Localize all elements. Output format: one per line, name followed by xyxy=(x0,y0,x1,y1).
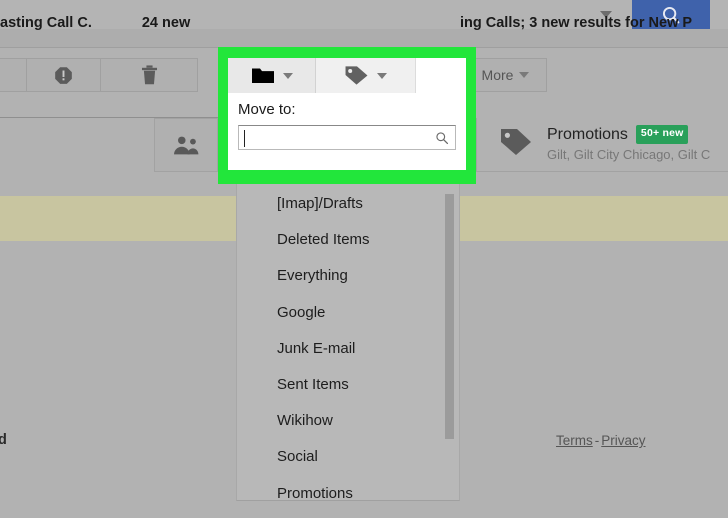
highlight-annotation: Move to: xyxy=(218,47,476,184)
chevron-down-icon xyxy=(519,72,530,78)
people-icon xyxy=(174,136,199,155)
move-to-button[interactable] xyxy=(228,58,316,93)
move-label-button-bar xyxy=(228,58,466,93)
trash-icon xyxy=(141,64,157,84)
toolbar-filler xyxy=(416,58,466,93)
terms-link[interactable]: Terms xyxy=(556,433,593,448)
page-root: More Promotions 50+ new Gilt, Gilt City … xyxy=(0,0,728,518)
promotions-title: Promotions xyxy=(547,125,628,143)
promotions-tab[interactable]: Promotions 50+ new Gilt, Gilt City Chica… xyxy=(476,118,728,172)
footer-separator: - xyxy=(594,433,600,448)
folder-icon xyxy=(251,68,274,83)
move-to-title: Move to: xyxy=(238,101,296,118)
chevron-down-icon xyxy=(282,72,293,79)
more-label: More xyxy=(481,67,514,83)
list-item[interactable]: Social xyxy=(237,439,459,475)
clipped-body-text: d xyxy=(0,432,7,448)
list-item[interactable]: Sent Items xyxy=(237,367,459,403)
move-to-folder-list[interactable]: [Imap]/Drafts Deleted Items Everything Goog… xyxy=(236,184,460,501)
contacts-tab-button[interactable] xyxy=(154,118,218,172)
promotions-subtitle: Gilt, Gilt City Chicago, Gilt C xyxy=(547,146,711,162)
labels-button[interactable] xyxy=(316,58,416,93)
banner-left-count: 24 new xyxy=(141,14,191,31)
label-tag-icon xyxy=(345,66,368,85)
move-to-panel: Move to: xyxy=(228,93,466,170)
list-item[interactable]: Junk E-mail xyxy=(237,331,459,367)
banner-left-text: asting Call C. xyxy=(0,14,92,31)
banner-right-text: ing Calls; 3 new results for New P xyxy=(460,14,693,31)
status-badge: 50+ new xyxy=(635,125,689,144)
list-item[interactable]: Promotions xyxy=(237,476,459,501)
dropdown-scrollbar-track[interactable] xyxy=(445,184,457,500)
list-item[interactable]: Google xyxy=(237,295,459,331)
list-item[interactable]: Wikihow xyxy=(237,403,459,439)
banner-left-group: asting Call C. 24 new xyxy=(0,0,236,45)
promotions-title-line: Promotions 50+ new xyxy=(547,125,710,145)
dropdown-item-container: [Imap]/Drafts Deleted Items Everything Goog… xyxy=(237,186,459,501)
toolbar-left-segment[interactable] xyxy=(0,58,27,92)
move-to-search-field[interactable] xyxy=(238,125,456,150)
more-button[interactable]: More xyxy=(464,58,547,92)
banner-right-group: ing Calls; 3 new results for New P xyxy=(460,0,728,45)
list-item[interactable]: [Imap]/Drafts xyxy=(237,186,459,222)
report-spam-icon xyxy=(55,66,72,84)
move-to-search-input[interactable] xyxy=(239,126,455,149)
list-item[interactable]: Everything xyxy=(237,258,459,294)
footer-links: Terms - Privacy xyxy=(556,433,646,448)
report-spam-button[interactable] xyxy=(26,58,101,92)
chevron-down-icon xyxy=(377,72,387,79)
label-tag-icon xyxy=(499,127,533,162)
search-icon xyxy=(435,131,449,150)
privacy-link[interactable]: Privacy xyxy=(601,433,645,448)
list-item[interactable]: Deleted Items xyxy=(237,222,459,258)
dropdown-scrollbar-thumb[interactable] xyxy=(445,194,454,439)
promotions-text-block: Promotions 50+ new Gilt, Gilt City Chica… xyxy=(547,125,710,165)
delete-button[interactable] xyxy=(100,58,198,92)
